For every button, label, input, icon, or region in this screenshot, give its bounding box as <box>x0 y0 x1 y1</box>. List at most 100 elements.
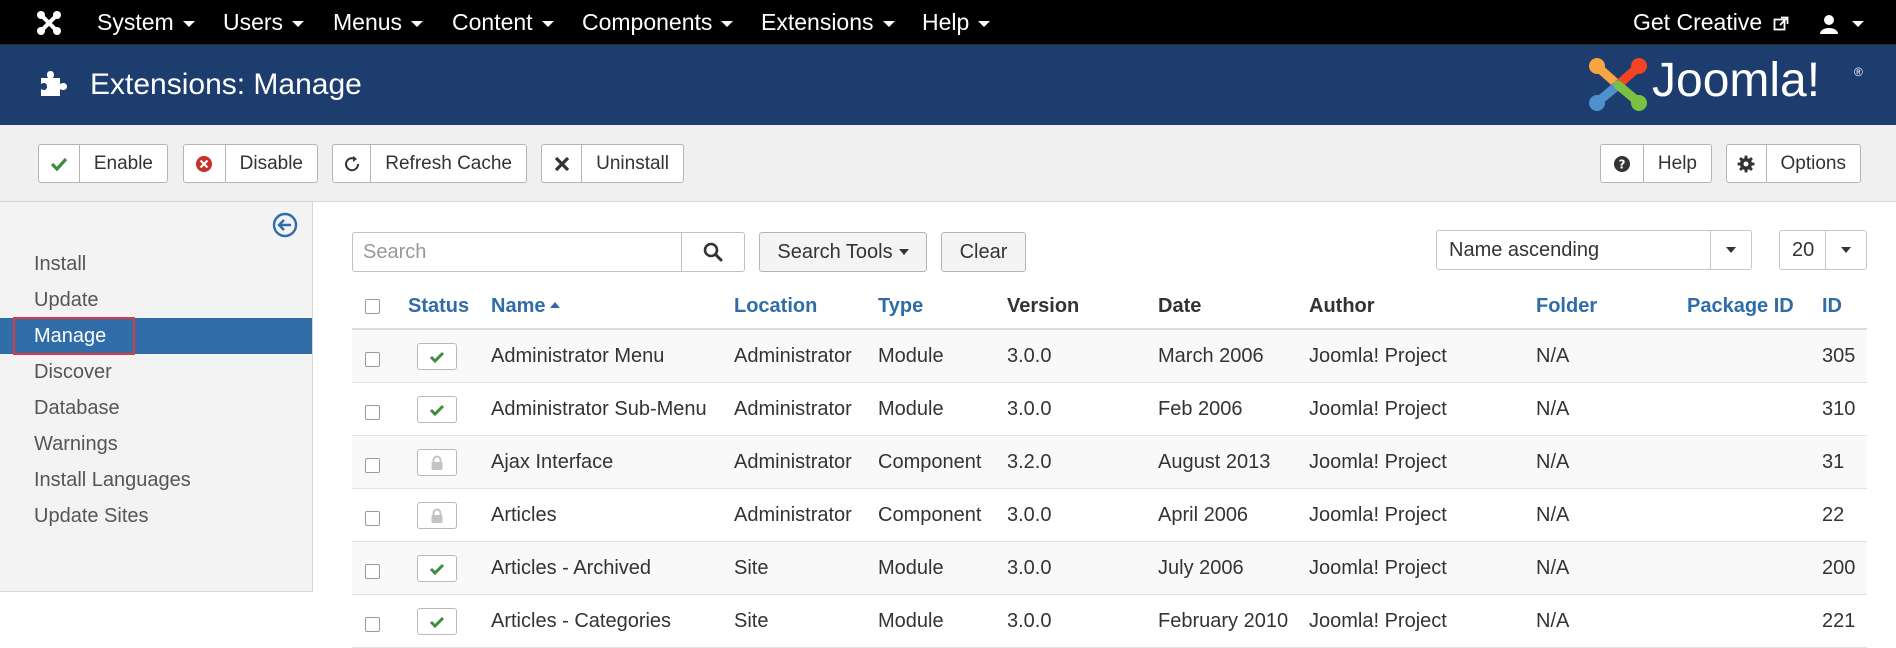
table-row: Administrator Sub-Menu Administrator Modul… <box>352 383 1867 436</box>
select-all-checkbox[interactable] <box>365 299 380 314</box>
column-package-id[interactable]: Package ID <box>1687 284 1794 328</box>
joomla-icon[interactable] <box>36 10 62 36</box>
nav-menu-content[interactable]: Content <box>452 0 554 45</box>
column-status[interactable]: Status <box>408 284 469 328</box>
column-name-label: Name <box>491 295 546 317</box>
remove-circle-icon <box>184 145 226 182</box>
nav-menu-components[interactable]: Components <box>582 0 734 45</box>
get-creative-link[interactable]: Get Creative <box>1633 0 1789 45</box>
sidebar-item-update[interactable]: Update <box>0 282 312 318</box>
limit-value: 20 <box>1792 239 1815 261</box>
caret-down-icon <box>1710 231 1751 269</box>
cell-version: 3.0.0 <box>1007 504 1052 526</box>
row-checkbox[interactable] <box>365 564 380 579</box>
ordering-select[interactable]: Name ascending <box>1436 230 1752 270</box>
cell-name[interactable]: Articles <box>491 489 557 541</box>
caret-down-icon <box>882 20 895 27</box>
sidebar-item-database[interactable]: Database <box>0 390 312 426</box>
cell-version: 3.0.0 <box>1007 557 1052 579</box>
column-author: Author <box>1309 295 1375 317</box>
clear-button[interactable]: Clear <box>941 232 1026 272</box>
status-enabled-button[interactable] <box>417 555 457 582</box>
column-id[interactable]: ID <box>1822 284 1842 328</box>
cell-location: Site <box>734 610 769 632</box>
disable-button[interactable]: Disable <box>183 144 318 183</box>
options-label: Options <box>1780 152 1846 174</box>
user-icon <box>1820 14 1838 34</box>
get-creative-label: Get Creative <box>1633 9 1763 35</box>
cell-id: 305 <box>1822 345 1856 367</box>
brand-registered-mark: ® <box>1854 65 1863 79</box>
caret-down-icon <box>292 20 305 27</box>
sidebar-item-update-sites[interactable]: Update Sites <box>0 498 312 534</box>
row-checkbox[interactable] <box>365 352 380 367</box>
check-icon <box>39 145 80 182</box>
column-type[interactable]: Type <box>878 284 923 328</box>
status-enabled-button[interactable] <box>417 396 457 423</box>
cell-name[interactable]: Administrator Menu <box>491 330 664 382</box>
enable-button[interactable]: Enable <box>38 144 168 183</box>
row-checkbox[interactable] <box>365 458 380 473</box>
column-folder[interactable]: Folder <box>1536 284 1597 328</box>
puzzle-piece-icon <box>41 71 67 96</box>
nav-menu-label: Menus <box>333 9 403 35</box>
sidebar-item-install[interactable]: Install <box>0 246 312 282</box>
sidebar-item-install-languages[interactable]: Install Languages <box>0 462 312 498</box>
close-icon <box>542 145 583 182</box>
sidebar-item-manage[interactable]: Manage <box>0 318 312 354</box>
column-location[interactable]: Location <box>734 284 817 328</box>
options-button[interactable]: Options <box>1726 144 1861 183</box>
help-label: Help <box>1657 152 1697 174</box>
search-input[interactable] <box>352 232 682 272</box>
table-row: Ajax Interface Administrator Component 3.2.… <box>352 436 1867 489</box>
enable-label: Enable <box>93 152 153 174</box>
joomla-logo-icon <box>1589 58 1647 111</box>
column-name[interactable]: Name <box>491 284 561 328</box>
cell-location: Administrator <box>734 451 852 473</box>
cell-name[interactable]: Articles - Categories <box>491 595 671 647</box>
nav-menu-help[interactable]: Help <box>922 0 991 45</box>
limit-select[interactable]: 20 <box>1779 230 1867 270</box>
row-checkbox[interactable] <box>365 405 380 420</box>
table-row: Administrator Menu Administrator Module 3.0… <box>352 330 1867 383</box>
cell-version: 3.0.0 <box>1007 610 1052 632</box>
search-tools-button[interactable]: Search Tools <box>759 232 927 272</box>
status-enabled-button[interactable] <box>417 608 457 635</box>
cell-folder: N/A <box>1536 398 1570 420</box>
cell-name[interactable]: Ajax Interface <box>491 436 613 488</box>
cell-date: August 2013 <box>1158 451 1271 473</box>
nav-menu-extensions[interactable]: Extensions <box>761 0 895 45</box>
lock-icon <box>431 508 443 523</box>
cell-name[interactable]: Articles - Archived <box>491 542 651 594</box>
arrow-circle-left-icon[interactable] <box>272 212 298 238</box>
cell-author: Joomla! Project <box>1309 451 1447 473</box>
ordering-value: Name ascending <box>1449 239 1600 261</box>
sidebar-item-discover[interactable]: Discover <box>0 354 312 390</box>
table-row: Articles Administrator Component 3.0.0 April… <box>352 489 1867 542</box>
cell-location: Administrator <box>734 398 852 420</box>
top-navbar: System Users Menus Content Components Ex… <box>0 0 1896 45</box>
question-circle-icon: ? <box>1601 145 1644 182</box>
row-checkbox[interactable] <box>365 511 380 526</box>
nav-menu-menus[interactable]: Menus <box>333 0 424 45</box>
cell-author: Joomla! Project <box>1309 398 1447 420</box>
search-button[interactable] <box>681 232 745 272</box>
cell-id: 310 <box>1822 398 1856 420</box>
nav-menu-system[interactable]: System <box>97 0 195 45</box>
cell-type: Module <box>878 610 944 632</box>
cell-folder: N/A <box>1536 451 1570 473</box>
help-button[interactable]: ? Help <box>1600 144 1712 183</box>
check-icon <box>429 404 445 416</box>
status-enabled-button[interactable] <box>417 343 457 370</box>
nav-menu-label: System <box>97 9 174 35</box>
cell-name[interactable]: Administrator Sub-Menu <box>491 383 707 435</box>
nav-menu-users[interactable]: Users <box>223 0 305 45</box>
page-title: Extensions: Manage <box>90 68 362 101</box>
refresh-cache-button[interactable]: Refresh Cache <box>332 144 527 183</box>
uninstall-button[interactable]: Uninstall <box>541 144 684 183</box>
cell-date: February 2010 <box>1158 610 1289 632</box>
user-menu[interactable] <box>1820 0 1864 45</box>
row-checkbox[interactable] <box>365 617 380 632</box>
sidebar-item-warnings[interactable]: Warnings <box>0 426 312 462</box>
refresh-icon <box>333 145 372 182</box>
